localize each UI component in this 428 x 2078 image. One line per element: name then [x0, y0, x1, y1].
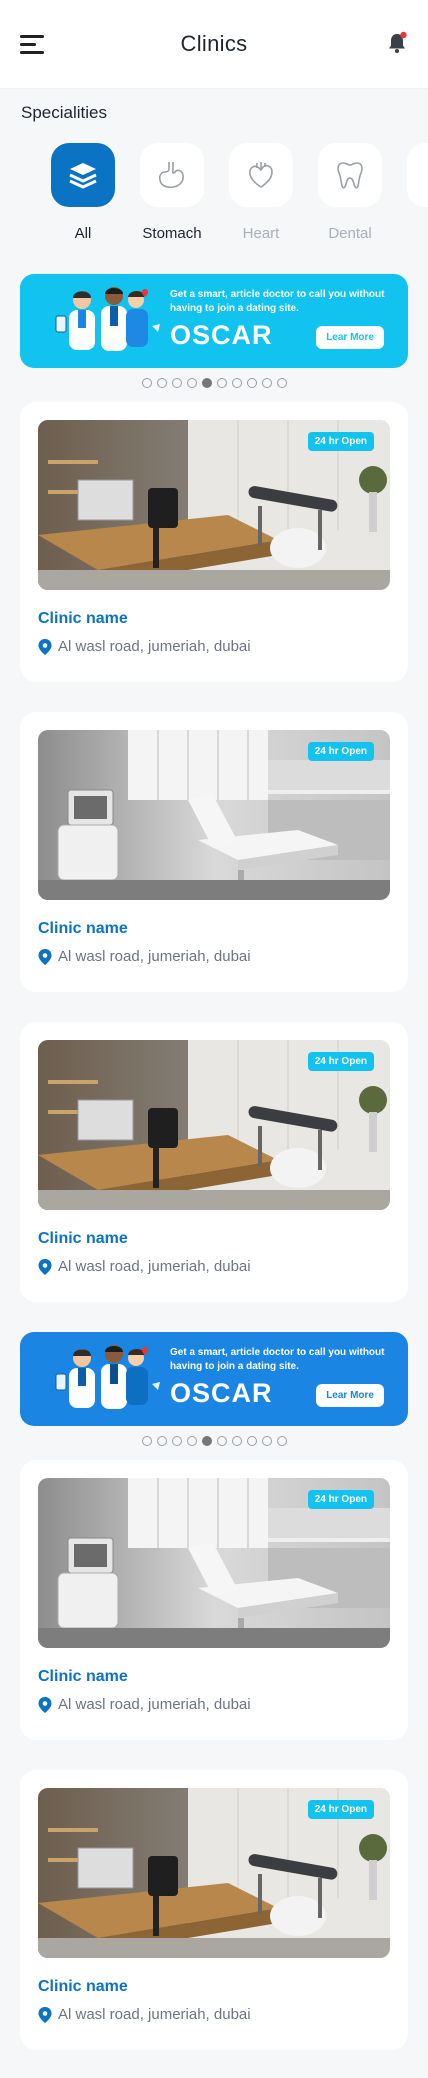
- promo-banner[interactable]: Get a smart, article doctor to call you …: [20, 1332, 408, 1426]
- carousel-dot[interactable]: [171, 378, 182, 388]
- carousel-dot[interactable]: [276, 378, 287, 388]
- learn-more-button[interactable]: Lear More: [316, 1384, 384, 1407]
- doctors-illustration: [55, 287, 160, 351]
- heart-icon: [229, 143, 293, 207]
- speciality-dental[interactable]: Dental: [318, 143, 382, 242]
- carousel-dot[interactable]: [156, 1436, 167, 1446]
- carousel-dot[interactable]: [261, 378, 272, 388]
- speciality-stomach[interactable]: Stomach: [140, 143, 204, 242]
- location-pin-icon: [38, 1258, 52, 1275]
- clinic-name: Clinic name: [38, 1978, 128, 1995]
- clinic-card[interactable]: 24 hr Open Clinic name Al wasl road, jumer…: [20, 712, 408, 992]
- carousel-dots: [0, 1436, 428, 1448]
- carousel-dot[interactable]: [216, 1436, 227, 1446]
- doctors-illustration: [55, 1345, 160, 1409]
- clinic-address-text: Al wasl road, jumeriah, dubai: [58, 1696, 251, 1713]
- clinic-name: Clinic name: [38, 1668, 128, 1685]
- tooth-icon: [318, 143, 382, 207]
- app-header: Clinics: [0, 0, 428, 88]
- open-hours-badge: 24 hr Open: [307, 432, 374, 451]
- location-pin-icon: [38, 1696, 52, 1713]
- carousel-dot[interactable]: [276, 1436, 287, 1446]
- speciality-label: All: [74, 225, 92, 242]
- notification-dot: [400, 31, 407, 39]
- location-pin-icon: [38, 948, 52, 965]
- carousel-dot[interactable]: [201, 378, 212, 388]
- open-hours-badge: 24 hr Open: [307, 1490, 374, 1509]
- clinic-address: Al wasl road, jumeriah, dubai: [38, 1258, 390, 1275]
- carousel-dot[interactable]: [171, 1436, 182, 1446]
- banner-brand: OSCAR: [170, 1378, 273, 1408]
- carousel-dot[interactable]: [231, 1436, 242, 1446]
- layers-icon: [51, 143, 115, 207]
- carousel-dot[interactable]: [246, 1436, 257, 1446]
- clinic-address: Al wasl road, jumeriah, dubai: [38, 2006, 390, 2023]
- carousel-dot[interactable]: [186, 378, 197, 388]
- open-hours-badge: 24 hr Open: [307, 1800, 374, 1819]
- carousel-dot[interactable]: [261, 1436, 272, 1446]
- clinic-photo: 24 hr Open: [38, 1478, 390, 1648]
- clinic-name: Clinic name: [38, 920, 128, 937]
- carousel-dot[interactable]: [156, 378, 167, 388]
- speciality-label: Heart: [242, 225, 280, 242]
- clinic-address: Al wasl road, jumeriah, dubai: [38, 638, 390, 655]
- clinic-photo: 24 hr Open: [38, 420, 390, 590]
- banner-text: Get a smart, article doctor to call you …: [170, 289, 385, 314]
- carousel-dot[interactable]: [141, 1436, 152, 1446]
- clinic-card[interactable]: 24 hr Open Clinic name Al wasl road, jumer…: [20, 1770, 408, 2050]
- carousel-dots: [0, 378, 428, 390]
- speciality-label: Dental: [328, 225, 372, 242]
- clinic-name: Clinic name: [38, 1230, 128, 1247]
- speciality-label: Stomach: [142, 225, 202, 242]
- clinic-card[interactable]: 24 hr Open Clinic name Al wasl road, jumer…: [20, 402, 408, 682]
- clinic-address-text: Al wasl road, jumeriah, dubai: [58, 638, 251, 655]
- page-title: Clinics: [180, 31, 248, 56]
- banner-brand: OSCAR: [170, 320, 273, 350]
- carousel-dot[interactable]: [216, 378, 227, 388]
- learn-more-button[interactable]: Lear More: [316, 326, 384, 349]
- clinic-photo: 24 hr Open: [38, 730, 390, 900]
- promo-banner[interactable]: Get a smart, article doctor to call you …: [20, 274, 408, 368]
- carousel-dot[interactable]: [201, 1436, 212, 1446]
- carousel-dot[interactable]: [141, 378, 152, 388]
- carousel-dot[interactable]: [246, 378, 257, 388]
- location-pin-icon: [38, 2006, 52, 2023]
- clinics-screen: Clinics Specialities All Stomach Heart D…: [0, 0, 428, 2078]
- clinic-photo: 24 hr Open: [38, 1788, 390, 1958]
- carousel-dot[interactable]: [186, 1436, 197, 1446]
- clinic-card[interactable]: 24 hr Open Clinic name Al wasl road, jumer…: [20, 1460, 408, 1740]
- menu-icon[interactable]: [20, 35, 44, 55]
- specialities-heading: Specialities: [21, 103, 107, 122]
- clinic-photo: 24 hr Open: [38, 1040, 390, 1210]
- speciality-heart[interactable]: Heart: [229, 143, 293, 242]
- speciality-more[interactable]: [407, 143, 428, 242]
- clinic-address-text: Al wasl road, jumeriah, dubai: [58, 2006, 251, 2023]
- open-hours-badge: 24 hr Open: [307, 1052, 374, 1071]
- speciality-all[interactable]: All: [51, 143, 115, 242]
- clinic-address-text: Al wasl road, jumeriah, dubai: [58, 948, 251, 965]
- banner-text: Get a smart, article doctor to call you …: [170, 1347, 385, 1372]
- clinic-card[interactable]: 24 hr Open Clinic name Al wasl road, jumer…: [20, 1022, 408, 1302]
- clinic-address: Al wasl road, jumeriah, dubai: [38, 948, 390, 965]
- open-hours-badge: 24 hr Open: [307, 742, 374, 761]
- clinic-address-text: Al wasl road, jumeriah, dubai: [58, 1258, 251, 1275]
- clinic-name: Clinic name: [38, 610, 128, 627]
- carousel-dot[interactable]: [231, 378, 242, 388]
- stomach-icon: [140, 143, 204, 207]
- notification-bell-icon[interactable]: [384, 30, 410, 56]
- clinic-address: Al wasl road, jumeriah, dubai: [38, 1696, 390, 1713]
- location-pin-icon: [38, 638, 52, 655]
- specialities-list: All Stomach Heart Dental: [0, 123, 428, 242]
